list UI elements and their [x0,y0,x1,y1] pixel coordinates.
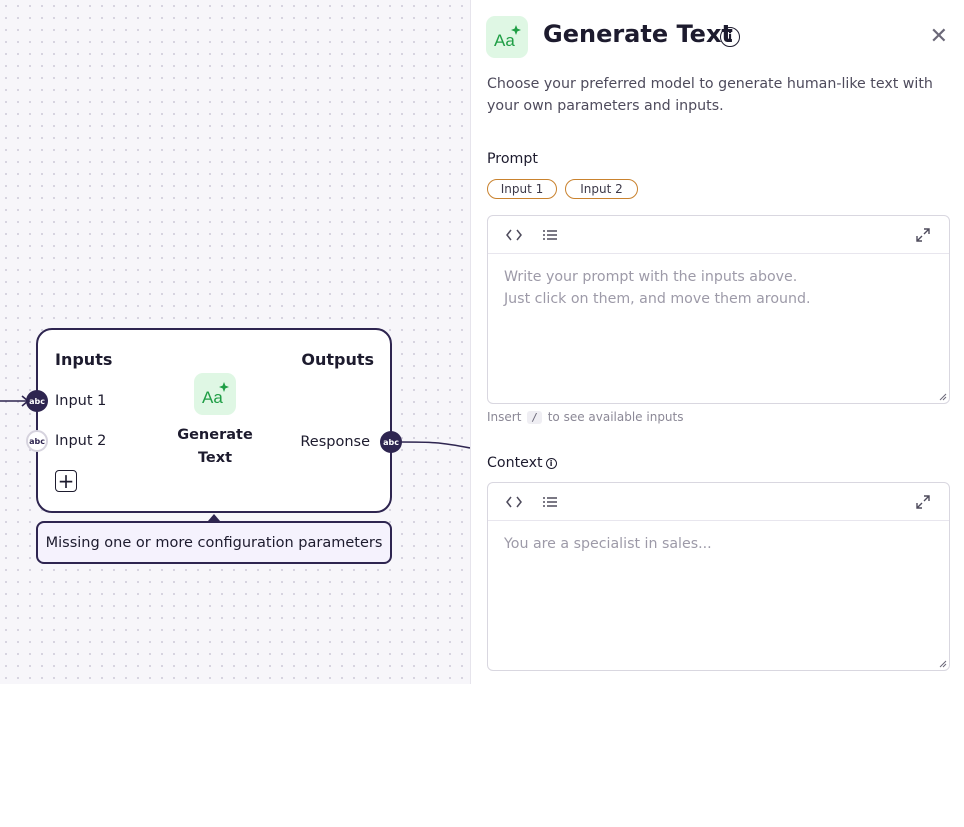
context-label: Context i [487,455,557,471]
workflow-canvas[interactable]: Inputs Outputs abc Input 1 abc Input 2 R… [0,0,470,684]
node-title: Generate Text [170,424,260,470]
node-title-line-1: Generate [177,427,253,443]
node-inputs-title: Inputs [55,350,113,369]
resize-handle-icon[interactable] [939,393,947,401]
expand-icon[interactable] [913,492,933,512]
input-1-label: Input 1 [55,393,107,409]
context-editor-toolbar [488,483,949,521]
tooltip-arrow [208,514,220,521]
outgoing-wire [399,441,470,449]
list-icon[interactable] [540,492,560,512]
code-icon[interactable] [504,492,524,512]
generate-text-node[interactable]: Inputs Outputs abc Input 1 abc Input 2 R… [26,328,402,513]
generate-text-icon: Aa [194,373,236,415]
info-icon[interactable]: i [545,458,557,469]
prompt-chip-input-2[interactable]: Input 2 [565,179,638,199]
input-1-port[interactable]: abc [26,390,48,412]
response-port[interactable]: abc [380,431,402,453]
list-icon[interactable] [540,225,560,245]
code-icon[interactable] [504,225,524,245]
prompt-placeholder: Write your prompt with the inputs above.… [504,269,811,307]
generate-text-panel: Aa Generate Text i ✕ Choose your preferr… [470,0,964,684]
panel-title: Generate Text [543,20,733,48]
svg-text:Aa: Aa [202,388,223,407]
prompt-editor-toolbar [488,216,949,254]
resize-handle-icon[interactable] [939,660,947,668]
prompt-editor[interactable]: Write your prompt with the inputs above.… [487,215,950,404]
context-label-text: Context [487,455,543,471]
input-2-label: Input 2 [55,433,107,449]
plus-icon: + [57,469,75,493]
prompt-hint: Insert / to see available inputs [487,410,684,424]
panel-description: Choose your preferred model to generate … [487,76,933,114]
hint-key: / [527,411,542,424]
node-outputs-title: Outputs [301,350,374,369]
input-2-port[interactable]: abc [26,430,48,452]
prompt-chip-input-1[interactable]: Input 1 [487,179,557,199]
node-title-line-2: Text [197,450,233,466]
expand-icon[interactable] [913,225,933,245]
close-icon[interactable]: ✕ [930,26,948,48]
info-icon[interactable]: i [720,27,740,47]
config-warning-tooltip: Missing one or more configuration parame… [36,521,392,564]
response-label: Response [300,434,370,450]
hint-insert-text: Insert [487,410,522,424]
hint-after-text: to see available inputs [547,410,684,424]
add-input-button[interactable]: + [55,470,77,492]
svg-text:Aa: Aa [494,31,515,50]
prompt-label: Prompt [487,151,538,167]
context-placeholder: You are a specialist in sales... [504,536,712,552]
generate-text-icon: Aa [486,16,528,58]
context-editor[interactable]: You are a specialist in sales... [487,482,950,671]
